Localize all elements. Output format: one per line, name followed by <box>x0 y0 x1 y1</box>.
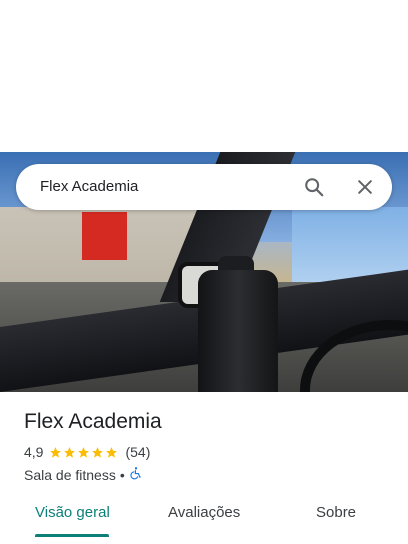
rating-row[interactable]: 4,9 (54) <box>24 444 150 460</box>
star-icon <box>50 446 62 458</box>
tab-overview[interactable]: Visão geral <box>35 504 110 521</box>
rating-value: 4,9 <box>24 444 44 460</box>
star-icon <box>92 446 104 458</box>
review-count[interactable]: (54) <box>125 444 150 460</box>
category-row: Sala de fitness • <box>24 466 143 483</box>
star-icon <box>106 446 118 458</box>
place-name: Flex Academia <box>24 410 162 433</box>
top-blank-area <box>0 0 408 152</box>
search-query-text[interactable]: Flex Academia <box>40 178 138 195</box>
search-icon[interactable] <box>302 175 326 199</box>
close-icon[interactable] <box>353 175 377 199</box>
photo-red-door <box>82 212 127 260</box>
photo-bottle <box>198 270 278 392</box>
active-tab-indicator <box>35 534 109 537</box>
tab-reviews[interactable]: Avaliações <box>168 504 240 521</box>
wheelchair-accessible-icon <box>129 466 143 483</box>
separator-dot: • <box>119 466 125 483</box>
place-category: Sala de fitness <box>24 466 116 483</box>
star-rating <box>49 446 119 459</box>
star-icon <box>64 446 76 458</box>
search-bar[interactable]: Flex Academia <box>16 164 392 210</box>
star-icon <box>78 446 90 458</box>
tab-about[interactable]: Sobre <box>316 504 356 521</box>
